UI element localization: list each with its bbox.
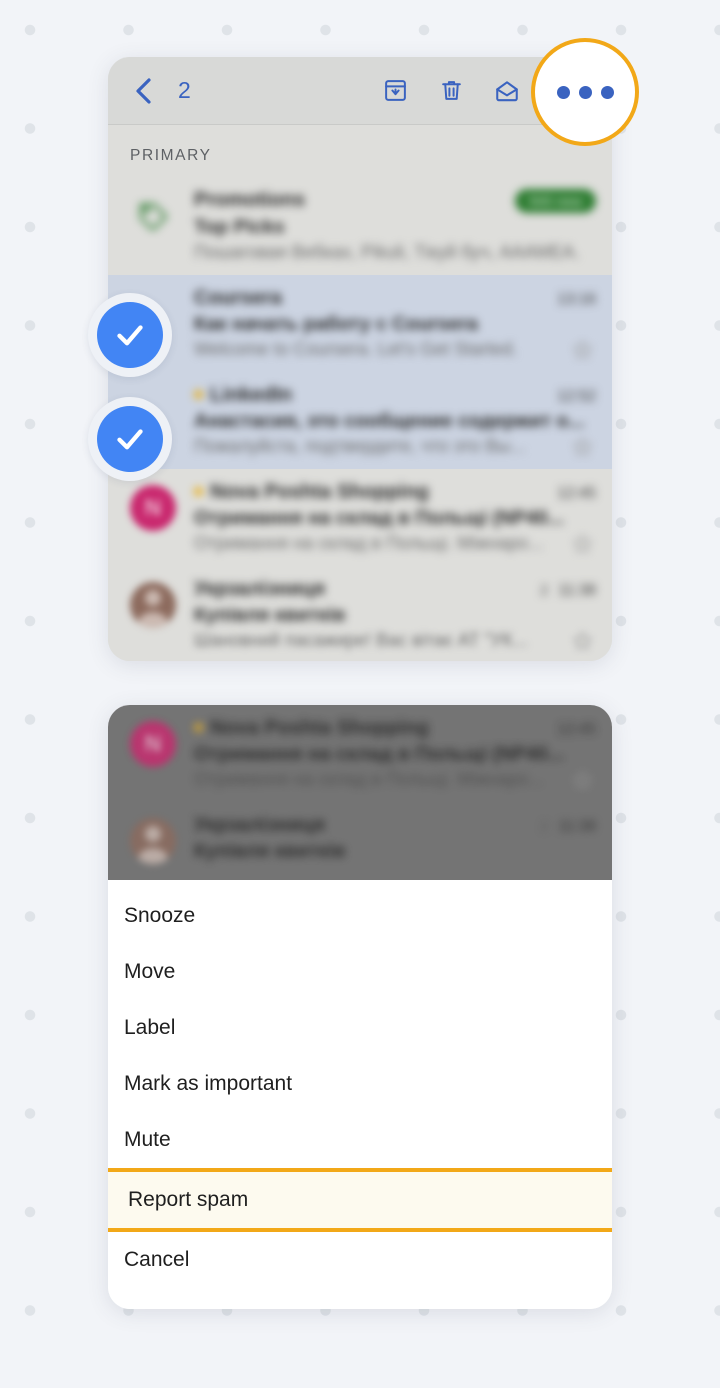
subject-line: Как начать работу с Coursera <box>194 313 478 335</box>
avatar: N <box>130 485 176 531</box>
sender-name: Coursera <box>194 287 282 309</box>
menu-item-label[interactable]: Label <box>108 1000 612 1056</box>
sender-name: Promotions <box>194 189 306 211</box>
sender-name: Укрзалізниця <box>194 814 325 836</box>
message-count: 2 <box>540 582 549 599</box>
timestamp: 12:45 <box>557 721 596 738</box>
timestamp: 11:38 <box>558 582 596 599</box>
sender-name: Nova Poshta Shopping <box>210 717 429 739</box>
avatar <box>130 582 176 628</box>
trash-icon[interactable] <box>428 71 474 111</box>
star-icon[interactable] <box>572 339 596 360</box>
bottom-sheet-menu: Snooze Move Label Mark as important Mute… <box>108 880 612 1309</box>
table-row[interactable]: Укрзалізниця 2 11:38 Купівля квитків Шан… <box>108 566 612 661</box>
subject-line: Отримання на склад в Польщі (NP40... <box>194 507 564 529</box>
unread-dot-icon <box>194 390 203 399</box>
menu-item-mute[interactable]: Mute <box>108 1112 612 1168</box>
mail-list-panel: 2 PRIMARY Promotions 500 new Top Picks П… <box>108 57 612 661</box>
mail-open-icon[interactable] <box>484 71 530 111</box>
star-icon[interactable] <box>572 630 596 651</box>
avatar <box>130 818 176 864</box>
snippet-text: Отримання на склад в Польщі. Міжнаро... <box>194 769 544 789</box>
table-row: N Nova Poshta Shopping 12:45 Отримання н… <box>108 705 612 802</box>
menu-item-snooze[interactable]: Snooze <box>108 888 612 944</box>
snippet-text: Шановний пасажире! Вас вітає АТ "УК... <box>194 630 528 650</box>
sender-name: LinkedIn <box>210 384 293 406</box>
timestamp: 11:38 <box>558 818 596 835</box>
more-dot-3 <box>600 85 614 99</box>
table-row: Укрзалізниця 2 11:38 Купівля квитків <box>108 802 612 880</box>
more-dot-1 <box>556 85 570 99</box>
table-row[interactable]: Coursera 13:16 Как начать работу с Cours… <box>108 275 612 372</box>
back-icon[interactable] <box>126 74 160 108</box>
snippet-text: Welcome to Coursera. Let's Get Started. <box>194 339 518 359</box>
message-count: 2 <box>540 818 549 835</box>
star-icon <box>572 769 596 790</box>
action-sheet-panel: N Nova Poshta Shopping 12:45 Отримання н… <box>108 705 612 1309</box>
unread-dot-icon <box>194 487 203 496</box>
mail-list: Promotions 500 new Top Picks Пошаговая В… <box>108 177 612 661</box>
table-row[interactable]: LinkedIn 12:52 Анастасия, это сообщение … <box>108 372 612 469</box>
snippet-text: Отримання на склад в Польщі. Міжнаро... <box>194 533 544 553</box>
subject-line: Отримання на склад в Польщі (NP40... <box>194 743 564 765</box>
section-label-primary: PRIMARY <box>108 125 612 177</box>
status-badge: 500 new <box>515 189 596 213</box>
snippet-text: Пошаговая Вебках, Pikuli, Тікуй буч, ААА… <box>194 242 580 262</box>
subject-line: Купівля квитків <box>194 604 346 626</box>
avatar: N <box>130 721 176 767</box>
timestamp: 12:52 <box>557 388 596 405</box>
table-row[interactable]: N Nova Poshta Shopping 12:45 Отримання н… <box>108 469 612 566</box>
subject-line: Top Picks <box>194 216 285 238</box>
table-row[interactable]: Promotions 500 new Top Picks Пошаговая В… <box>108 177 612 275</box>
more-dot-2 <box>578 85 592 99</box>
checkmark-linkedin[interactable] <box>88 397 172 481</box>
menu-item-cancel[interactable]: Cancel <box>108 1232 612 1288</box>
star-icon[interactable] <box>572 533 596 554</box>
home-indicator-area <box>108 1288 612 1309</box>
menu-item-mark-as-important[interactable]: Mark as important <box>108 1056 612 1112</box>
unread-dot-icon <box>194 723 203 732</box>
menu-item-move[interactable]: Move <box>108 944 612 1000</box>
subject-line: Анастасия, это сообщение содержит о... <box>194 410 585 432</box>
check-icon <box>97 302 163 368</box>
menu-item-report-spam[interactable]: Report spam <box>108 1168 612 1232</box>
subject-line: Купівля квитків <box>194 840 346 862</box>
snippet-text: Пожалуйста, подтвердите, что это Вы... <box>194 436 526 456</box>
check-icon <box>97 406 163 472</box>
sender-name: Укрзалізниця <box>194 578 325 600</box>
sender-name: Nova Poshta Shopping <box>210 481 429 503</box>
dimmed-mail-list: N Nova Poshta Shopping 12:45 Отримання н… <box>108 705 612 880</box>
archive-icon[interactable] <box>372 71 418 111</box>
checkmark-coursera[interactable] <box>88 293 172 377</box>
star-icon[interactable] <box>572 436 596 457</box>
timestamp: 12:45 <box>557 485 596 502</box>
timestamp: 13:16 <box>557 291 596 308</box>
more-options-highlight[interactable] <box>531 38 639 146</box>
selected-count: 2 <box>178 77 191 103</box>
tag-icon <box>130 193 176 239</box>
